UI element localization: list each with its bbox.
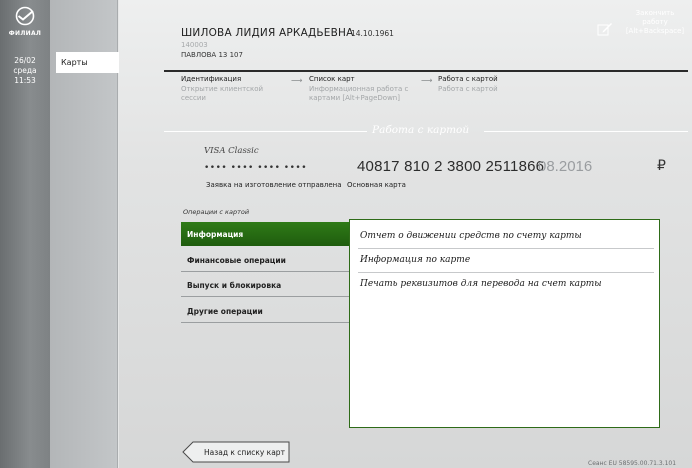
bank-logo-icon: [15, 6, 35, 26]
step-arrow-icon: ⟶: [291, 76, 303, 85]
footer-version: Сеанс EU 58595.00.71.3.101: [588, 460, 677, 467]
section-divider-right: [484, 131, 688, 132]
operations-label: Операции с картой: [183, 208, 250, 216]
step-subtitle: сессии: [181, 94, 206, 102]
step-title: Идентификация: [181, 75, 242, 83]
weekday: среда: [13, 66, 37, 75]
step-card-list[interactable]: Список карт Информационная работа с карт…: [309, 75, 408, 104]
edit-icon[interactable]: [597, 22, 613, 36]
section-divider-left: [164, 131, 367, 132]
step-arrow-icon: ⟶: [421, 76, 433, 85]
client-id: 140003: [181, 41, 208, 49]
logo: ФИЛИАЛ: [0, 6, 50, 37]
step-identification[interactable]: Идентификация Открытие клиентской сессии: [181, 75, 263, 104]
clock-time: 11:53: [14, 76, 36, 85]
card-status: Заявка на изготовление отправлена: [206, 181, 342, 189]
step-card-work: Работа с картой Работа с картой: [438, 75, 498, 94]
client-dob: 14.10.1961: [351, 29, 394, 38]
panel-item-card-info[interactable]: Информация по карте: [358, 249, 654, 273]
date-time: 26/02 среда 11:53: [0, 56, 50, 86]
client-branch: ПАВЛОВА 13 107: [181, 51, 243, 59]
back-button-label: Назад к списку карт: [204, 448, 285, 457]
card-currency: ₽: [657, 158, 666, 174]
card-kind: Основная карта: [347, 181, 406, 189]
finish-session-button[interactable]: Закончить работу [Alt+Backspace]: [618, 9, 692, 36]
card-type: VISA Classic: [204, 146, 259, 156]
menu-item-other[interactable]: Другие операции: [181, 299, 349, 323]
menu-item-information[interactable]: Информация: [181, 222, 349, 246]
menu-item-issue-block[interactable]: Выпуск и блокировка: [181, 273, 349, 297]
step-title: Работа с картой: [438, 75, 498, 83]
panel-item-statement[interactable]: Отчет о движении средств по счету карты: [358, 225, 654, 249]
header-divider: [164, 70, 688, 72]
finish-line1: Закончить: [635, 9, 675, 17]
finish-shortcut: [Alt+Backspace]: [625, 27, 685, 35]
step-subtitle: Работа с картой: [438, 84, 498, 93]
back-to-card-list-button[interactable]: Назад к списку карт: [182, 441, 290, 463]
date-day: 26/02: [14, 56, 36, 65]
step-subtitle: Открытие клиентской: [181, 84, 264, 93]
section-title: Работа с картой: [372, 124, 470, 136]
step-subtitle: картами [Alt+PageDown]: [309, 94, 400, 102]
card-expiry: 08.2016: [538, 158, 593, 175]
information-panel: Отчет о движении средств по счету карты …: [349, 219, 660, 428]
client-name: ШИЛОВА ЛИДИЯ АРКАДЬЕВНА: [181, 27, 354, 39]
finish-line2: работу: [642, 18, 668, 26]
menu-item-financial[interactable]: Финансовые операции: [181, 248, 349, 272]
card-account-number: 40817 810 2 3800 2511866: [357, 158, 545, 175]
panel-item-print-requisites[interactable]: Печать реквизитов для перевода на счет к…: [358, 273, 654, 297]
step-title: Список карт: [309, 75, 355, 83]
logo-text: ФИЛИАЛ: [8, 30, 42, 37]
left-rail: ФИЛИАЛ 26/02 среда 11:53: [0, 0, 50, 468]
card-masked-number: •••• •••• •••• ••••: [204, 163, 308, 173]
step-subtitle: Информационная работа с: [309, 84, 409, 93]
